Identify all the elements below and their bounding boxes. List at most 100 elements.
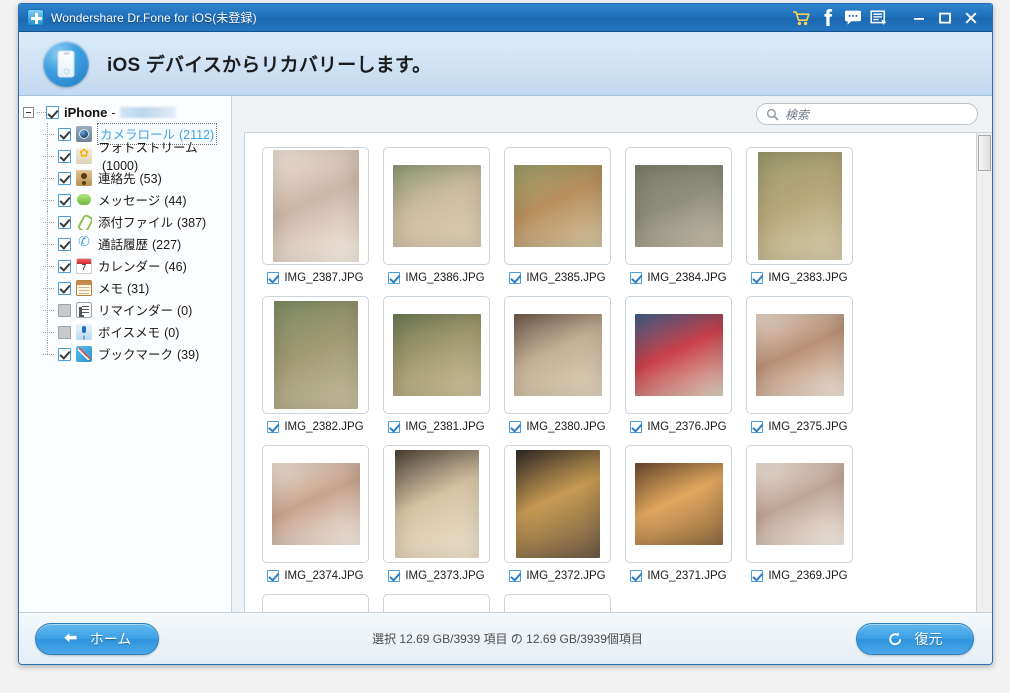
- thumbnail-card[interactable]: [504, 594, 611, 612]
- thumbnail-label-row: IMG_2372.JPG: [509, 570, 606, 582]
- thumbnail-checkbox[interactable]: [630, 272, 643, 284]
- thumbnail-cell[interactable]: IMG_2373.JPG: [376, 445, 497, 584]
- photo-thumbnail: [272, 150, 359, 262]
- chat-icon[interactable]: [840, 5, 866, 31]
- thumbnail-card[interactable]: [746, 296, 853, 414]
- thumbnail-card[interactable]: [383, 594, 490, 612]
- attachment-icon: [76, 214, 92, 230]
- thumbnail-checkbox[interactable]: [751, 570, 764, 582]
- thumbnail-card[interactable]: [746, 147, 853, 265]
- item-checkbox[interactable]: [58, 193, 71, 207]
- grid-scrollbar[interactable]: [976, 133, 992, 612]
- thumbnail-cell[interactable]: IMG_2383.JPG: [739, 147, 860, 286]
- sidebar-item-count: (53): [139, 172, 162, 186]
- root-checkbox[interactable]: [46, 106, 59, 119]
- item-checkbox[interactable]: [58, 259, 71, 273]
- search-box[interactable]: 検索: [756, 103, 978, 125]
- iphone-circle-icon: [43, 40, 89, 87]
- thumbnail-checkbox[interactable]: [751, 421, 764, 433]
- sidebar-item-reminders[interactable]: リマインダー (0): [19, 299, 231, 321]
- item-checkbox[interactable]: [58, 303, 71, 317]
- thumbnail-card[interactable]: [625, 445, 732, 563]
- thumbnail-cell[interactable]: IMG_2381.JPG: [376, 296, 497, 435]
- thumbnail-checkbox[interactable]: [509, 570, 522, 582]
- thumbnail-cell[interactable]: IMG_2368.JPG: [255, 594, 376, 612]
- sidebar-item-call-history[interactable]: 通話履歴(227): [19, 233, 231, 255]
- thumbnail-cell[interactable]: IMG_2382.JPG: [255, 296, 376, 435]
- item-checkbox[interactable]: [58, 237, 71, 251]
- item-checkbox[interactable]: [58, 325, 71, 339]
- sidebar-item-calendar[interactable]: カレンダー(46): [19, 255, 231, 277]
- item-checkbox[interactable]: [58, 215, 71, 229]
- thumbnail-filename: IMG_2386.JPG: [405, 272, 485, 284]
- thumbnail-card[interactable]: [262, 296, 369, 414]
- maximize-button[interactable]: [932, 5, 958, 31]
- contacts-icon: [76, 170, 92, 186]
- sidebar-item-count: (46): [164, 260, 187, 274]
- sidebar-item-count: (31): [127, 282, 150, 296]
- thumbnail-card[interactable]: [504, 147, 611, 265]
- thumbnail-checkbox[interactable]: [267, 570, 280, 582]
- thumbnail-checkbox[interactable]: [267, 272, 280, 284]
- thumbnail-cell[interactable]: IMG_2384.JPG: [618, 147, 739, 286]
- thumbnail-card[interactable]: [262, 594, 369, 612]
- item-checkbox[interactable]: [58, 281, 71, 295]
- thumbnail-cell[interactable]: IMG_2372.JPG: [497, 445, 618, 584]
- tree-vertical-line: [47, 233, 48, 255]
- facebook-icon[interactable]: [814, 5, 840, 31]
- thumbnail-checkbox[interactable]: [388, 421, 401, 433]
- thumbnail-checkbox[interactable]: [267, 421, 280, 433]
- thumbnail-cell[interactable]: IMG_2369.JPG: [739, 445, 860, 584]
- thumbnail-checkbox[interactable]: [509, 272, 522, 284]
- sidebar-item-messages[interactable]: メッセージ (44): [19, 189, 231, 211]
- thumbnail-card[interactable]: [383, 445, 490, 563]
- thumbnail-cell[interactable]: IMG_2375.JPG: [739, 296, 860, 435]
- close-button[interactable]: [958, 5, 984, 31]
- item-checkbox[interactable]: [58, 149, 71, 163]
- restore-button[interactable]: 復元: [856, 622, 974, 655]
- thumbnail-label-row: IMG_2383.JPG: [751, 272, 848, 284]
- sidebar-item-count: (227): [152, 238, 182, 252]
- item-checkbox[interactable]: [58, 171, 71, 185]
- thumbnail-checkbox[interactable]: [509, 421, 522, 433]
- sidebar-item-photo-stream[interactable]: フォトストリーム(1000): [19, 141, 231, 173]
- search-input[interactable]: 検索: [785, 106, 809, 123]
- thumbnail-cell[interactable]: IMG_2371.JPG: [618, 445, 739, 584]
- sidebar-item-attachment[interactable]: 添付ファイル (387): [19, 211, 231, 233]
- thumbnail-cell[interactable]: IMG_2386.JPG: [376, 147, 497, 286]
- thumbnail-cell[interactable]: IMG_2374.JPG: [255, 445, 376, 584]
- collapse-toggle-icon[interactable]: [23, 107, 34, 118]
- home-button[interactable]: ホーム: [35, 622, 159, 655]
- thumbnail-card[interactable]: [746, 445, 853, 563]
- thumbnail-card[interactable]: [625, 296, 732, 414]
- register-icon[interactable]: [866, 5, 892, 31]
- cart-icon[interactable]: [788, 5, 814, 31]
- thumbnail-card[interactable]: [504, 445, 611, 563]
- sidebar-item-bookmarks[interactable]: ブックマーク (39): [19, 343, 231, 365]
- thumbnail-card[interactable]: [504, 296, 611, 414]
- thumbnail-checkbox[interactable]: [388, 570, 401, 582]
- thumbnail-card[interactable]: [262, 147, 369, 265]
- thumbnail-cell[interactable]: IMG_2367.JPG: [376, 594, 497, 612]
- thumbnail-card[interactable]: [383, 296, 490, 414]
- sidebar-item-contacts[interactable]: 連絡先 (53): [19, 167, 231, 189]
- thumbnail-checkbox[interactable]: [630, 421, 643, 433]
- thumbnail-cell[interactable]: IMG_2380.JPG: [497, 296, 618, 435]
- thumbnail-checkbox[interactable]: [388, 272, 401, 284]
- thumbnail-checkbox[interactable]: [751, 272, 764, 284]
- thumbnail-cell[interactable]: IMG_2387.JPG: [255, 147, 376, 286]
- grid-scrollbar-thumb[interactable]: [978, 135, 991, 171]
- thumbnail-cell[interactable]: IMG_2366.JPG: [497, 594, 618, 612]
- thumbnail-card[interactable]: [383, 147, 490, 265]
- thumbnail-card[interactable]: [625, 147, 732, 265]
- minimize-button[interactable]: [906, 5, 932, 31]
- thumbnail-cell[interactable]: IMG_2385.JPG: [497, 147, 618, 286]
- thumbnail-checkbox[interactable]: [630, 570, 643, 582]
- thumbnail-card[interactable]: [262, 445, 369, 563]
- sidebar-item-notes[interactable]: メモ (31): [19, 277, 231, 299]
- tree-root-iphone[interactable]: iPhone -: [19, 102, 231, 123]
- thumbnail-cell[interactable]: IMG_2376.JPG: [618, 296, 739, 435]
- sidebar-item-voice-memo[interactable]: ボイスメモ (0): [19, 321, 231, 343]
- item-checkbox[interactable]: [58, 127, 71, 141]
- item-checkbox[interactable]: [58, 347, 71, 361]
